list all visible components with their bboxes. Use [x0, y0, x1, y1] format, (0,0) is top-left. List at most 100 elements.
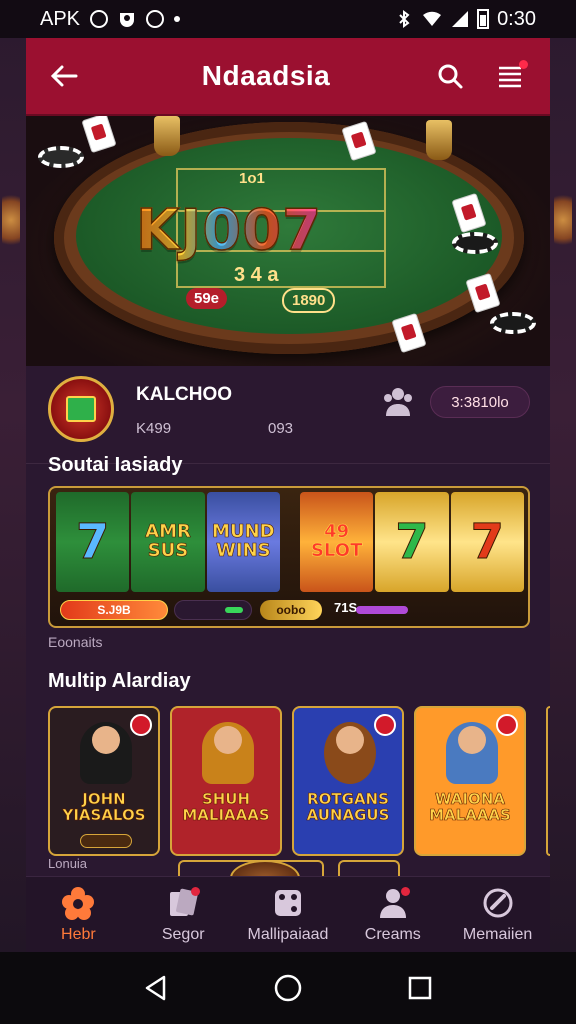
app-title: Ndaadsia — [201, 60, 331, 91]
search-button[interactable] — [430, 56, 470, 96]
circle-home-icon — [274, 974, 302, 1002]
profile-name: KALCHOO — [136, 384, 233, 405]
bluetooth-icon — [399, 10, 410, 28]
reel: 7 — [450, 492, 524, 592]
nav-label: Hebr — [61, 925, 96, 943]
poker-chip-icon — [490, 312, 536, 334]
nav-label: Memaiien — [462, 925, 533, 943]
game-badge-icon — [496, 714, 518, 736]
playing-card-icon — [81, 116, 117, 154]
reel-group-left: 7 AMR SUS MUND WINS — [56, 492, 280, 592]
food-plate-icon — [324, 722, 376, 784]
dealer-avatar — [80, 722, 132, 784]
reel: 7 — [56, 492, 130, 592]
slots-section-title: Soutai Iasiady — [48, 454, 183, 476]
game-card[interactable]: JOHN YIASALOS — [48, 706, 160, 856]
triangle-back-icon — [145, 975, 166, 1001]
dealer-avatar — [202, 722, 254, 784]
gold-cup-icon — [154, 116, 180, 156]
square-recents-icon — [408, 976, 432, 1000]
game-card[interactable]: WAIONA MALAAAS — [414, 706, 526, 856]
profile-stat-left: K499 — [136, 420, 172, 437]
reel: MUND WINS — [206, 492, 280, 592]
bet-bar[interactable]: S.J9B — [60, 600, 168, 620]
games-section-title: Multip Alardiay — [48, 670, 191, 692]
nav-label: Segor — [161, 925, 205, 943]
game-card-edge — [546, 706, 550, 856]
progress-fill — [225, 607, 243, 613]
game-card-label: WAIONA MALAAAS — [429, 790, 511, 824]
right-backdrop — [548, 0, 576, 1024]
peek-card — [338, 860, 400, 876]
reel: AMR SUS — [131, 492, 205, 592]
felt-label-top: 1o1 — [239, 170, 265, 187]
back-button[interactable] — [46, 58, 82, 94]
reel-text: 49 SLOT — [310, 521, 363, 561]
nav-item-home[interactable]: Hebr — [26, 877, 131, 952]
search-icon — [438, 64, 463, 89]
signal-icon — [452, 11, 469, 27]
game-badge-icon — [130, 714, 152, 736]
target-icon — [483, 888, 513, 917]
status-app-label: APK — [40, 7, 81, 30]
menu-button[interactable] — [490, 56, 530, 96]
bottom-nav: Hebr Segor Mallipaiaad Creams Memaiien — [26, 876, 550, 952]
system-back-button[interactable] — [136, 968, 176, 1008]
flower-icon — [62, 886, 95, 920]
system-recents-button[interactable] — [400, 968, 440, 1008]
poker-chip-icon — [38, 146, 84, 168]
system-nav-bar — [0, 952, 576, 1024]
felt-label-bottom-left: 59e — [186, 288, 228, 309]
sync-icon — [146, 10, 165, 28]
friends-icon[interactable] — [382, 384, 414, 418]
player-avatar — [446, 722, 498, 784]
reel-text: MUND WINS — [212, 521, 275, 561]
nav-label: Mallipaiaad — [247, 925, 329, 943]
reel-text: AMR SUS — [145, 521, 191, 561]
game-card-label: JOHN YIASALOS — [62, 790, 146, 824]
wifi-icon — [423, 11, 442, 26]
notification-dot-icon — [174, 16, 181, 22]
game-cards-row: JOHN YIASALOS SHUH MALIAAAS ROTGANS AUNA… — [48, 706, 550, 856]
reel: 7 — [375, 492, 449, 592]
battery-icon — [477, 9, 490, 29]
hero-banner[interactable]: 1o1 3 4 a 59e 1890 KJ007 — [26, 116, 550, 366]
spin-button[interactable]: oobo — [260, 600, 322, 620]
game-card-pill — [80, 834, 132, 848]
game-card[interactable]: ROTGANS AUNAGUS — [292, 706, 404, 856]
app-window: Ndaadsia 1o1 3 4 a 59e 1890 KJ007 KALCHO… — [26, 38, 550, 952]
status-time: 0:30 — [497, 7, 536, 30]
poker-chip-icon — [452, 232, 498, 254]
profile-stat-right: 093 — [268, 420, 294, 437]
menu-notification-dot — [519, 60, 528, 69]
status-bar: APK 0:30 — [0, 0, 576, 38]
game-card-label: ROTGANS AUNAGUS — [306, 790, 390, 824]
profile-row[interactable]: KALCHOO K499 093 3:3810lo — [26, 366, 550, 464]
game-badge-icon — [374, 714, 396, 736]
slot-machine-icon — [66, 396, 96, 422]
alarm-icon — [90, 10, 109, 28]
nav-item-creams[interactable]: Creams — [340, 877, 445, 952]
nav-item-segor[interactable]: Segor — [131, 877, 236, 952]
nav-item-memaiien[interactable]: Memaiien — [445, 877, 550, 952]
nav-notification-dot — [400, 887, 410, 896]
game-card-label: SHUH MALIAAAS — [182, 790, 270, 824]
profile-badge-icon[interactable] — [48, 376, 114, 442]
arrow-left-icon — [50, 65, 78, 87]
win-label: 71S — [334, 600, 358, 615]
system-home-button[interactable] — [268, 968, 308, 1008]
slot-machine-panel[interactable]: 7 AMR SUS MUND WINS 49 SLOT 7 7 S.J9B oo… — [48, 486, 530, 628]
felt-label-bottom-right: 1890 — [282, 288, 336, 313]
peek-caption: Lonuia — [48, 856, 88, 871]
nav-item-mallipaiaad[interactable]: Mallipaiaad — [236, 877, 341, 952]
balance-pill[interactable]: 3:3810lo — [430, 386, 530, 418]
felt-label-mid: 3 4 a — [234, 264, 279, 286]
slots-caption: Eoonaits — [48, 634, 103, 650]
dice-icon — [274, 889, 301, 916]
hero-logo: KJ007 — [135, 197, 323, 264]
left-backdrop — [0, 0, 28, 1024]
progress-bar — [174, 600, 252, 620]
nav-label: Creams — [364, 925, 421, 943]
game-card[interactable]: SHUH MALIAAAS — [170, 706, 282, 856]
reel-group-right: 49 SLOT 7 7 — [300, 492, 524, 592]
